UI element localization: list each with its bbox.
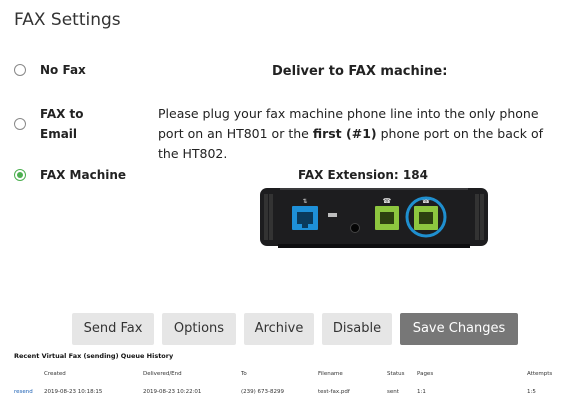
page-title: FAX Settings [14,10,121,30]
disable-button[interactable]: Disable [322,313,392,345]
column-header-delivered: Delivered/End [143,371,182,377]
instructions-bold: first (#1) [312,126,377,141]
radio-fax-to-email[interactable] [14,118,26,130]
ht802-device-image: ⇅ ☎ ☎ [260,188,488,248]
fax-extension-label: FAX Extension: 184 [298,168,428,182]
option-fax-to-email[interactable]: FAX to Email [14,104,84,144]
cell-to: (239) 673-8299 [241,389,285,395]
cell-attempts: 1:5 [527,389,536,395]
option-no-fax[interactable]: No Fax [14,60,86,80]
radio-no-fax[interactable] [14,64,26,76]
column-header-created: Created [44,371,66,377]
save-changes-button[interactable]: Save Changes [400,313,518,345]
column-header-pages: Pages [417,371,434,377]
svg-text:☎: ☎ [383,197,392,205]
table-row: resend 2019-08-23 10:18:15 2019-08-23 10… [0,382,564,402]
options-button[interactable]: Options [162,313,236,345]
svg-text:⇅: ⇅ [302,198,307,205]
cell-status: sent [387,389,399,395]
option-fax-machine[interactable]: FAX Machine [14,165,126,185]
send-fax-button[interactable]: Send Fax [72,313,154,345]
queue-header-row: Created Delivered/End To Filename Status… [0,366,564,382]
option-label-no-fax: No Fax [40,63,86,77]
fax-machine-heading: Deliver to FAX machine: [272,64,448,79]
cell-filename: test-fax.pdf [318,389,350,395]
cell-delivered: 2019-08-23 10:22:01 [143,389,202,395]
cell-created: 2019-08-23 10:18:15 [44,389,103,395]
reset-button-icon [328,213,337,217]
column-header-to: To [241,371,247,377]
radio-fax-machine[interactable] [14,169,26,181]
option-label-fax-to-email: FAX to Email [40,107,84,141]
cell-pages: 1:1 [417,389,426,395]
option-label-fax-machine: FAX Machine [40,168,127,182]
queue-history-title: Recent Virtual Fax (sending) Queue Histo… [14,352,174,360]
column-header-filename: Filename [318,371,343,377]
fax-instructions: Please plug your fax machine phone line … [158,104,558,164]
column-header-status: Status [387,371,405,377]
resend-link[interactable]: resend [14,389,33,395]
archive-button[interactable]: Archive [244,313,314,345]
power-jack-icon [350,223,360,233]
queue-history-table: Created Delivered/End To Filename Status… [0,366,564,402]
column-header-action [0,366,44,382]
column-header-attempts: Attempts [527,371,553,377]
